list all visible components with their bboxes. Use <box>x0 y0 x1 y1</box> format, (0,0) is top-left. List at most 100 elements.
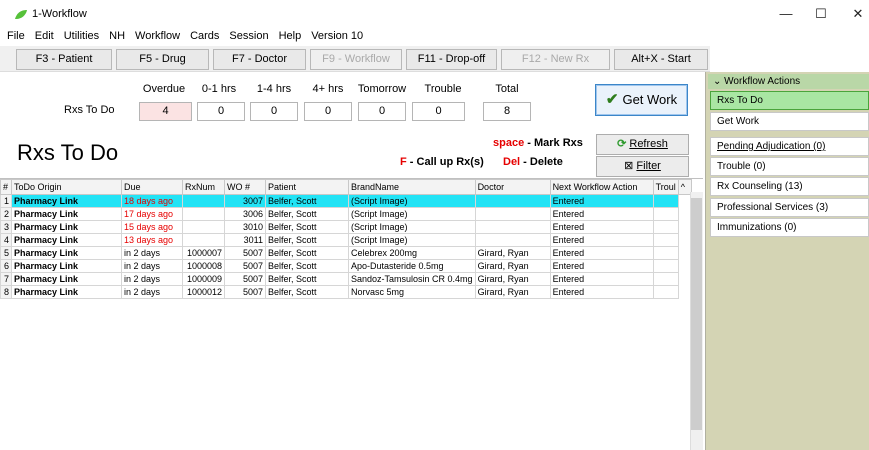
cell-trouble <box>652 207 679 221</box>
row-number: 2 <box>0 207 12 221</box>
table-row[interactable]: 5 Pharmacy Link in 2 days 1000007 5007 Belfer… <box>0 246 692 260</box>
panel-item-get-work[interactable]: Get Work <box>710 112 869 131</box>
close-button[interactable]: ✕ <box>843 4 869 24</box>
menu-session[interactable]: Session <box>226 28 271 45</box>
table-row[interactable]: 7 Pharmacy Link in 2 days 1000009 5007 Belfer… <box>0 272 692 286</box>
summary-0-1-hrs-count: 0 <box>197 102 245 121</box>
col-header-brandname[interactable]: BrandName <box>348 179 476 195</box>
cell-wo: 3010 <box>224 220 266 234</box>
cell-wo: 3011 <box>224 233 266 247</box>
page-title: Rxs To Do <box>17 140 119 165</box>
table-row[interactable]: 6 Pharmacy Link in 2 days 1000008 5007 Belfer… <box>0 259 692 273</box>
hint-del-action: - Delete <box>520 156 563 168</box>
cell-todo-origin: Pharmacy Link <box>11 194 122 208</box>
title-bar: 1-Workflow — ☐ ✕ <box>0 0 869 28</box>
cell-brandname: Celebrex 200mg <box>348 246 476 260</box>
menu-cards[interactable]: Cards <box>187 28 222 45</box>
cell-doctor <box>474 207 551 221</box>
cell-next-action: Entered <box>549 207 654 221</box>
rx-table: # ToDo Origin Due RxNum WO # Patient Bra… <box>0 179 692 299</box>
summary-header-0-1-hrs: 0-1 hrs <box>201 83 237 95</box>
cell-brandname: Norvasc 5mg <box>348 285 476 299</box>
cell-next-action: Entered <box>549 272 654 286</box>
hint-del-delete: Del - Delete <box>503 156 563 168</box>
panel-item-immunizations[interactable]: Immunizations (0) <box>710 218 869 237</box>
minimize-button[interactable]: — <box>771 4 801 24</box>
filter-label: Filter <box>636 160 661 172</box>
f3-patient-button[interactable]: F3 - Patient <box>16 49 112 70</box>
panel-item-trouble[interactable]: Trouble (0) <box>710 157 869 176</box>
menu-edit[interactable]: Edit <box>32 28 57 45</box>
cell-doctor <box>474 233 551 247</box>
cell-wo: 5007 <box>224 246 266 260</box>
panel-item-rx-counseling[interactable]: Rx Counseling (13) <box>710 177 869 196</box>
col-header-patient[interactable]: Patient <box>265 179 349 195</box>
col-header-todo-origin[interactable]: ToDo Origin <box>11 179 122 195</box>
col-header-due[interactable]: Due <box>121 179 183 195</box>
f5-drug-button[interactable]: F5 - Drug <box>116 49 209 70</box>
menu-help[interactable]: Help <box>276 28 305 45</box>
cell-brandname: (Script Image) <box>348 194 476 208</box>
panel-item-pending-adjudication[interactable]: Pending Adjudication (0) <box>710 137 869 156</box>
panel-item-professional-services[interactable]: Professional Services (3) <box>710 198 869 217</box>
col-header-next-action[interactable]: Next Workflow Action <box>549 179 654 195</box>
alt-x-start-button[interactable]: Alt+X - Start <box>614 49 708 70</box>
cell-wo: 5007 <box>224 285 266 299</box>
filter-icon: ⊠ <box>624 160 634 172</box>
cell-next-action: Entered <box>549 246 654 260</box>
cell-doctor: Girard, Ryan <box>474 272 551 286</box>
cell-brandname: (Script Image) <box>348 220 476 234</box>
panel-item-rxs-to-do[interactable]: Rxs To Do <box>710 91 869 110</box>
menu-nh[interactable]: NH <box>106 28 128 45</box>
f7-doctor-button[interactable]: F7 - Doctor <box>213 49 306 70</box>
table-row[interactable]: 1 Pharmacy Link 18 days ago 3007 Belfer, Sco… <box>0 194 692 208</box>
f11-dropoff-button[interactable]: F11 - Drop-off <box>406 49 497 70</box>
cell-doctor: Girard, Ryan <box>474 246 551 260</box>
col-header-wo[interactable]: WO # <box>224 179 266 195</box>
refresh-button[interactable]: ⟳ Refresh <box>596 134 689 155</box>
col-header-doctor[interactable]: Doctor <box>474 179 551 195</box>
col-header-number[interactable]: # <box>0 179 12 195</box>
cell-doctor: Girard, Ryan <box>474 259 551 273</box>
summary-total-count: 8 <box>483 102 531 121</box>
get-work-button[interactable]: ✔ Get Work <box>595 84 688 116</box>
col-header-trouble[interactable]: Troul <box>652 179 679 195</box>
menu-version[interactable]: Version 10 <box>308 28 366 45</box>
table-row[interactable]: 2 Pharmacy Link 17 days ago 3006 Belfer, Sco… <box>0 207 692 221</box>
cell-todo-origin: Pharmacy Link <box>11 233 122 247</box>
table-header-row: # ToDo Origin Due RxNum WO # Patient Bra… <box>0 179 692 195</box>
cell-due: 13 days ago <box>121 233 183 247</box>
menu-utilities[interactable]: Utilities <box>61 28 102 45</box>
cell-brandname: Apo-Dutasteride 0.5mg <box>348 259 476 273</box>
summary-header-tomorrow: Tomorrow <box>357 83 407 95</box>
row-number: 6 <box>0 259 12 273</box>
cell-patient: Belfer, Scott <box>265 285 349 299</box>
hint-del-key: Del <box>503 156 521 168</box>
cell-patient: Belfer, Scott <box>265 220 349 234</box>
hint-space-key: space <box>493 137 525 149</box>
menu-file[interactable]: File <box>4 28 28 45</box>
cell-rxnum: 1000008 <box>182 259 225 273</box>
summary-overdue-count: 4 <box>139 102 192 121</box>
cell-brandname: (Script Image) <box>348 207 476 221</box>
maximize-button[interactable]: ☐ <box>806 4 836 24</box>
refresh-icon: ⟳ <box>617 138 627 150</box>
hint-f-key: F <box>400 156 407 168</box>
rx-grid: # ToDo Origin Due RxNum WO # Patient Bra… <box>0 178 703 450</box>
table-row[interactable]: 4 Pharmacy Link 13 days ago 3011 Belfer, Sco… <box>0 233 692 247</box>
table-row[interactable]: 8 Pharmacy Link in 2 days 1000012 5007 Belfer… <box>0 285 692 299</box>
f9-workflow-button[interactable]: F9 - Workflow <box>310 49 402 70</box>
scrollbar-thumb[interactable] <box>691 198 702 430</box>
collapse-chevron-icon[interactable]: ⌄ <box>713 76 721 87</box>
table-row[interactable]: 3 Pharmacy Link 15 days ago 3010 Belfer, Sco… <box>0 220 692 234</box>
cell-due: in 2 days <box>121 285 183 299</box>
menu-workflow[interactable]: Workflow <box>132 28 183 45</box>
filter-button[interactable]: ⊠ Filter <box>596 156 689 177</box>
cell-doctor: Girard, Ryan <box>474 285 551 299</box>
cell-trouble <box>652 246 679 260</box>
f12-new-rx-button[interactable]: F12 - New Rx <box>501 49 610 70</box>
cell-due: in 2 days <box>121 259 183 273</box>
row-number: 3 <box>0 220 12 234</box>
workflow-actions-title: Workflow Actions <box>724 76 801 87</box>
col-header-rxnum[interactable]: RxNum <box>182 179 225 195</box>
